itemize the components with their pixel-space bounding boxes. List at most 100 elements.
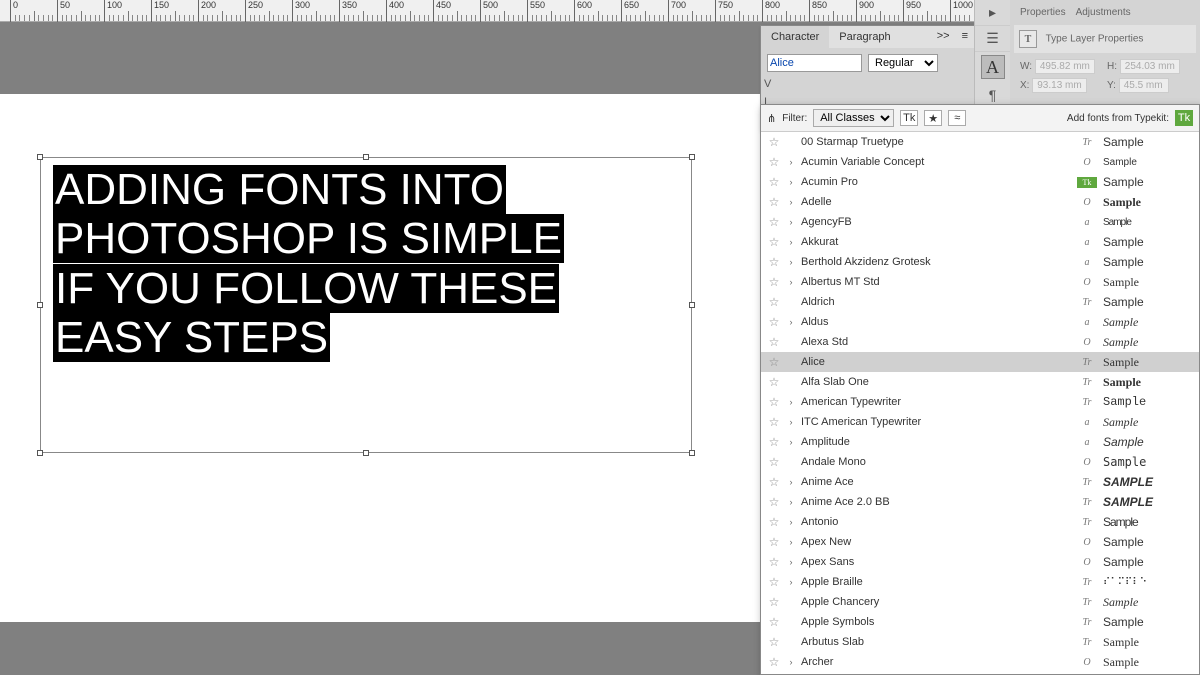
favorites-filter-button[interactable]: ★	[924, 110, 942, 126]
text-frame[interactable]: ADDING FONTS INTOPHOTOSHOP IS SIMPLEIF Y…	[40, 157, 692, 453]
expand-chevron-icon[interactable]: ›	[787, 497, 795, 507]
font-row[interactable]: ☆›AkkurataSample	[761, 232, 1199, 252]
font-row[interactable]: ☆Alfa Slab OneTrSample	[761, 372, 1199, 392]
panel-collapse-button[interactable]: >>	[931, 26, 956, 48]
font-row[interactable]: ☆AliceTrSample	[761, 352, 1199, 372]
tab-character[interactable]: Character	[761, 26, 829, 48]
resize-handle[interactable]	[37, 154, 43, 160]
favorite-star-icon[interactable]: ☆	[767, 575, 781, 589]
text-line[interactable]: IF YOU FOLLOW THESE	[53, 264, 559, 313]
font-row[interactable]: ☆›Albertus MT StdOSample	[761, 272, 1199, 292]
favorite-star-icon[interactable]: ☆	[767, 275, 781, 289]
favorite-star-icon[interactable]: ☆	[767, 135, 781, 149]
font-row[interactable]: ☆›AgencyFBaSample	[761, 212, 1199, 232]
add-typekit-button[interactable]: Tk	[1175, 110, 1193, 126]
text-line[interactable]: EASY STEPS	[53, 313, 330, 362]
favorite-star-icon[interactable]: ☆	[767, 455, 781, 469]
favorite-star-icon[interactable]: ☆	[767, 515, 781, 529]
y-field[interactable]: 45.5 mm	[1119, 78, 1169, 93]
favorite-star-icon[interactable]: ☆	[767, 495, 781, 509]
expand-chevron-icon[interactable]: ›	[787, 177, 795, 187]
favorite-star-icon[interactable]: ☆	[767, 215, 781, 229]
text-line[interactable]: PHOTOSHOP IS SIMPLE	[53, 214, 564, 263]
resize-handle[interactable]	[37, 450, 43, 456]
favorite-star-icon[interactable]: ☆	[767, 295, 781, 309]
favorite-star-icon[interactable]: ☆	[767, 415, 781, 429]
tab-paragraph[interactable]: Paragraph	[829, 26, 900, 48]
expand-chevron-icon[interactable]: ›	[787, 657, 795, 667]
font-row[interactable]: ☆›Berthold Akzidenz GroteskaSample	[761, 252, 1199, 272]
font-row[interactable]: ☆Apple SymbolsTrSample	[761, 612, 1199, 632]
text-line[interactable]: ADDING FONTS INTO	[53, 165, 506, 214]
resize-handle[interactable]	[37, 302, 43, 308]
expand-chevron-icon[interactable]: ›	[787, 557, 795, 567]
expand-chevron-icon[interactable]: ›	[787, 417, 795, 427]
width-field[interactable]: 495.82 mm	[1035, 59, 1095, 74]
favorite-star-icon[interactable]: ☆	[767, 315, 781, 329]
favorite-star-icon[interactable]: ☆	[767, 335, 781, 349]
font-row[interactable]: ☆›ArcherOSample	[761, 652, 1199, 672]
font-row[interactable]: ☆00 Starmap TruetypeTrSample	[761, 132, 1199, 152]
filter-select[interactable]: All Classes	[813, 109, 894, 127]
favorite-star-icon[interactable]: ☆	[767, 195, 781, 209]
font-row[interactable]: ☆›Apex SansOSample	[761, 552, 1199, 572]
expand-chevron-icon[interactable]: ›	[787, 257, 795, 267]
selected-text[interactable]: ADDING FONTS INTOPHOTOSHOP IS SIMPLEIF Y…	[53, 165, 564, 362]
expand-chevron-icon[interactable]: ›	[787, 397, 795, 407]
favorite-star-icon[interactable]: ☆	[767, 595, 781, 609]
font-row[interactable]: ☆›American TypewriterTrSample	[761, 392, 1199, 412]
expand-chevron-icon[interactable]: ›	[787, 477, 795, 487]
font-row[interactable]: ☆AldrichTrSample	[761, 292, 1199, 312]
favorite-star-icon[interactable]: ☆	[767, 555, 781, 569]
expand-chevron-icon[interactable]: ›	[787, 277, 795, 287]
font-row[interactable]: ☆Arbutus SlabTrSample	[761, 632, 1199, 652]
favorite-star-icon[interactable]: ☆	[767, 355, 781, 369]
height-field[interactable]: 254.03 mm	[1120, 59, 1180, 74]
font-row[interactable]: ☆›Anime Ace 2.0 BBTrSAMPLE	[761, 492, 1199, 512]
font-row[interactable]: ☆›ITC American TypewriteraSample	[761, 412, 1199, 432]
font-row[interactable]: ☆›AntonioTrSample	[761, 512, 1199, 532]
resize-handle[interactable]	[363, 154, 369, 160]
expand-chevron-icon[interactable]: ›	[787, 577, 795, 587]
play-icon[interactable]: ▸	[975, 0, 1010, 26]
favorite-star-icon[interactable]: ☆	[767, 435, 781, 449]
expand-chevron-icon[interactable]: ›	[787, 537, 795, 547]
favorite-star-icon[interactable]: ☆	[767, 235, 781, 249]
font-row[interactable]: ☆›Acumin Variable ConceptOSample	[761, 152, 1199, 172]
resize-handle[interactable]	[689, 302, 695, 308]
font-row[interactable]: ☆›Anime AceTrSAMPLE	[761, 472, 1199, 492]
font-family-input[interactable]	[767, 54, 862, 72]
font-style-select[interactable]: Regular	[868, 54, 938, 72]
x-field[interactable]: 93.13 mm	[1032, 78, 1086, 93]
similar-filter-button[interactable]: ≈	[948, 110, 966, 126]
expand-chevron-icon[interactable]: ›	[787, 157, 795, 167]
resize-handle[interactable]	[689, 154, 695, 160]
favorite-star-icon[interactable]: ☆	[767, 615, 781, 629]
favorite-star-icon[interactable]: ☆	[767, 535, 781, 549]
resize-handle[interactable]	[363, 450, 369, 456]
favorite-star-icon[interactable]: ☆	[767, 255, 781, 269]
expand-chevron-icon[interactable]: ›	[787, 237, 795, 247]
font-row[interactable]: ☆Andale MonoOSample	[761, 452, 1199, 472]
font-row[interactable]: ☆›AdelleOSample	[761, 192, 1199, 212]
resize-handle[interactable]	[689, 450, 695, 456]
favorite-star-icon[interactable]: ☆	[767, 375, 781, 389]
font-row[interactable]: ☆›Apex NewOSample	[761, 532, 1199, 552]
font-row[interactable]: ☆Apple ChanceryTrSample	[761, 592, 1199, 612]
typekit-filter-button[interactable]: Tk	[900, 110, 918, 126]
font-list[interactable]: ☆00 Starmap TruetypeTrSample☆›Acumin Var…	[761, 132, 1199, 672]
favorite-star-icon[interactable]: ☆	[767, 655, 781, 669]
favorite-star-icon[interactable]: ☆	[767, 635, 781, 649]
expand-chevron-icon[interactable]: ›	[787, 317, 795, 327]
expand-chevron-icon[interactable]: ›	[787, 197, 795, 207]
font-row[interactable]: ☆›AmplitudeaSample	[761, 432, 1199, 452]
expand-chevron-icon[interactable]: ›	[787, 217, 795, 227]
document-page[interactable]: ADDING FONTS INTOPHOTOSHOP IS SIMPLEIF Y…	[0, 94, 760, 622]
favorite-star-icon[interactable]: ☆	[767, 475, 781, 489]
type-tool-icon[interactable]: A	[981, 55, 1005, 79]
favorite-star-icon[interactable]: ☆	[767, 175, 781, 189]
font-row[interactable]: ☆Alexa StdOSample	[761, 332, 1199, 352]
expand-chevron-icon[interactable]: ›	[787, 517, 795, 527]
menu-icon[interactable]: ☰	[975, 26, 1010, 52]
panel-menu-button[interactable]: ≡	[956, 26, 974, 48]
